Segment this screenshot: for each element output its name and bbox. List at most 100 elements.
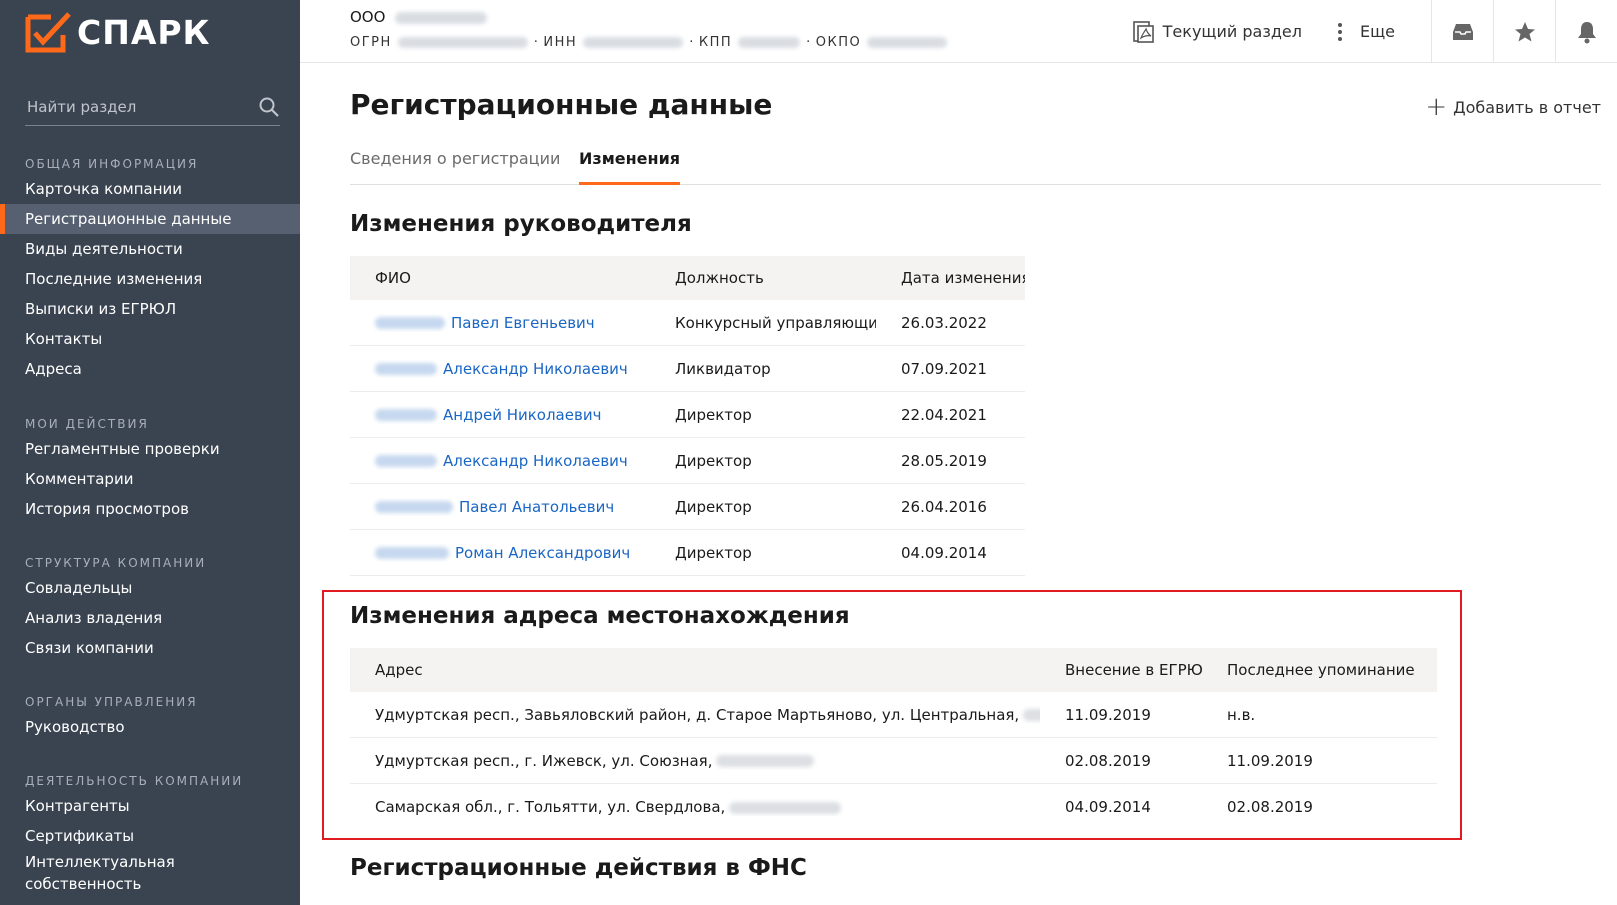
- directors-table: ФИО Должность Дата изменения Павел Евген…: [350, 256, 1025, 576]
- add-to-report-button[interactable]: + Добавить в отчет: [1425, 92, 1601, 122]
- table-row: Павел Анатольевич Директор 26.04.2016: [350, 484, 1025, 530]
- table-row: Александр Николаевич Директор 28.05.2019: [350, 438, 1025, 484]
- tab-registration-info[interactable]: Сведения о регистрации: [350, 149, 560, 185]
- nav-section-title: ОРГАНЫ УПРАВЛЕНИЯ: [25, 695, 198, 709]
- okpo-redacted: [867, 37, 948, 48]
- logo-check-icon: [25, 11, 77, 53]
- addresses-section-title: Изменения адреса местонахождения: [350, 603, 850, 629]
- more-button[interactable]: Еще: [1336, 21, 1395, 43]
- company-ids: ОГРН · ИНН · КПП · ОКПО: [350, 35, 953, 50]
- add-to-report-label: Добавить в отчет: [1453, 97, 1601, 117]
- nav-section-my-actions: МОИ ДЕЙСТВИЯ Регламентные проверки Комме…: [0, 414, 300, 524]
- nav-section-activity: ДЕЯТЕЛЬНОСТЬ КОМПАНИИ Контрагенты Сертиф…: [0, 771, 300, 895]
- nav-item-checks[interactable]: Регламентные проверки: [0, 434, 300, 464]
- nav-section-title: ОБЩАЯ ИНФОРМАЦИЯ: [25, 157, 199, 171]
- more-label: Еще: [1359, 22, 1395, 41]
- nav-item-egrul-extracts[interactable]: Выписки из ЕГРЮЛ: [0, 294, 300, 324]
- nav-section-general: ОБЩАЯ ИНФОРМАЦИЯ Карточка компании Регис…: [0, 154, 300, 384]
- nav-item-addresses[interactable]: Адреса: [0, 354, 300, 384]
- surname-redacted: [375, 501, 453, 513]
- position-cell: Директор: [675, 497, 752, 516]
- nav-item-co-owners[interactable]: Совладельцы: [0, 573, 300, 603]
- header-actions: Текущий раздел Еще: [1131, 0, 1617, 63]
- director-link[interactable]: Александр Николаевич: [443, 360, 628, 378]
- date-cell: 04.09.2014: [901, 543, 987, 562]
- address-redacted: [729, 801, 842, 814]
- col-header-last: Последнее упоминание: [1227, 661, 1415, 679]
- nav-item-intellectual-property[interactable]: Интеллектуальная собственность: [0, 851, 200, 895]
- nav-item-recent-changes[interactable]: Последние изменения: [0, 264, 300, 294]
- inbox-button[interactable]: [1431, 0, 1493, 63]
- okpo-label: ОКПО: [815, 35, 862, 50]
- tabs: Сведения о регистрации Изменения: [350, 140, 1601, 185]
- position-cell: Конкурсный управляющий: [675, 313, 876, 332]
- plus-icon: +: [1425, 92, 1448, 122]
- director-link[interactable]: Павел Евгеньевич: [451, 314, 595, 332]
- inn-label: ИНН: [543, 35, 578, 50]
- spark-logo[interactable]: СПАРК: [25, 11, 211, 53]
- nav-item-activity-types[interactable]: Виды деятельности: [0, 234, 300, 264]
- address-redacted: [1023, 709, 1040, 721]
- company-prefix: ООО: [350, 8, 386, 26]
- nav-item-history[interactable]: История просмотров: [0, 494, 300, 524]
- nav-item-company-links[interactable]: Связи компании: [0, 633, 300, 663]
- table-header: Адрес Внесение в ЕГРЮЛ Последнее упомина…: [350, 648, 1437, 692]
- table-row: Александр Николаевич Ликвидатор 07.09.20…: [350, 346, 1025, 392]
- position-cell: Директор: [675, 405, 752, 424]
- date-cell: 26.04.2016: [901, 497, 987, 516]
- nav-item-contacts[interactable]: Контакты: [0, 324, 300, 354]
- position-cell: Директор: [675, 451, 752, 470]
- top-header: ООО ОГРН · ИНН · КПП · ОКПО Текущий разд…: [300, 0, 1617, 63]
- separator: ·: [689, 35, 695, 50]
- sidebar-search: [25, 88, 280, 126]
- col-header-date: Дата изменения: [901, 269, 1025, 287]
- favorites-button[interactable]: [1493, 0, 1555, 63]
- nav-section-title: МОИ ДЕЙСТВИЯ: [25, 417, 149, 431]
- search-input[interactable]: [25, 97, 235, 116]
- logo-text: СПАРК: [77, 12, 211, 52]
- table-row: Удмуртская респ., г. Ижевск, ул. Союзная…: [350, 738, 1437, 784]
- table-row: Андрей Николаевич Директор 22.04.2021: [350, 392, 1025, 438]
- director-link[interactable]: Павел Анатольевич: [459, 498, 614, 516]
- nav-item-certificates[interactable]: Сертификаты: [0, 821, 300, 851]
- search-icon[interactable]: [258, 96, 280, 118]
- more-vertical-icon: [1337, 22, 1342, 41]
- director-link[interactable]: Андрей Николаевич: [443, 406, 601, 424]
- current-section-button[interactable]: Текущий раздел: [1131, 20, 1302, 44]
- inbox-icon: [1452, 23, 1473, 40]
- position-cell: Ликвидатор: [675, 359, 771, 378]
- nav-item-ownership-analysis[interactable]: Анализ владения: [0, 603, 300, 633]
- star-icon: [1514, 21, 1535, 41]
- nav-item-comments[interactable]: Комментарии: [0, 464, 300, 494]
- tab-changes[interactable]: Изменения: [579, 149, 681, 185]
- table-row: Роман Александрович Директор 04.09.2014: [350, 530, 1025, 576]
- separator: ·: [806, 35, 812, 50]
- inn-redacted: [583, 37, 684, 48]
- date-cell: 28.05.2019: [901, 451, 987, 470]
- nav-section-title: СТРУКТУРА КОМПАНИИ: [25, 556, 207, 570]
- col-header-position: Должность: [675, 269, 764, 287]
- nav-item-leadership[interactable]: Руководство: [0, 712, 300, 742]
- company-name: ООО: [350, 8, 488, 26]
- director-link[interactable]: Александр Николаевич: [443, 452, 628, 470]
- kpp-redacted: [738, 37, 801, 48]
- table-row: Удмуртская респ., Завьяловский район, д.…: [350, 692, 1437, 738]
- address-cell: Удмуртская респ., Завьяловский район, д.…: [375, 705, 1020, 724]
- nav-item-registration-data[interactable]: Регистрационные данные: [0, 204, 300, 234]
- director-link[interactable]: Роман Александрович: [455, 544, 630, 562]
- fns-section-title: Регистрационные действия в ФНС: [350, 855, 807, 881]
- last-cell: н.в.: [1227, 705, 1256, 724]
- nav-section-title: ДЕЯТЕЛЬНОСТЬ КОМПАНИИ: [25, 774, 244, 788]
- nav-item-counterparties[interactable]: Контрагенты: [0, 791, 300, 821]
- date-cell: 26.03.2022: [901, 313, 987, 332]
- col-header-address: Адрес: [375, 661, 423, 679]
- surname-redacted: [375, 363, 437, 375]
- current-section-label: Текущий раздел: [1162, 22, 1302, 41]
- notifications-button[interactable]: [1555, 0, 1617, 63]
- table-row: Павел Евгеньевич Конкурсный управляющий …: [350, 300, 1025, 346]
- kpp-label: КПП: [698, 35, 733, 50]
- date-cell: 22.04.2021: [901, 405, 987, 424]
- nav-item-company-card[interactable]: Карточка компании: [0, 174, 300, 204]
- separator: ·: [533, 35, 540, 50]
- ogrn-label: ОГРН: [350, 35, 392, 50]
